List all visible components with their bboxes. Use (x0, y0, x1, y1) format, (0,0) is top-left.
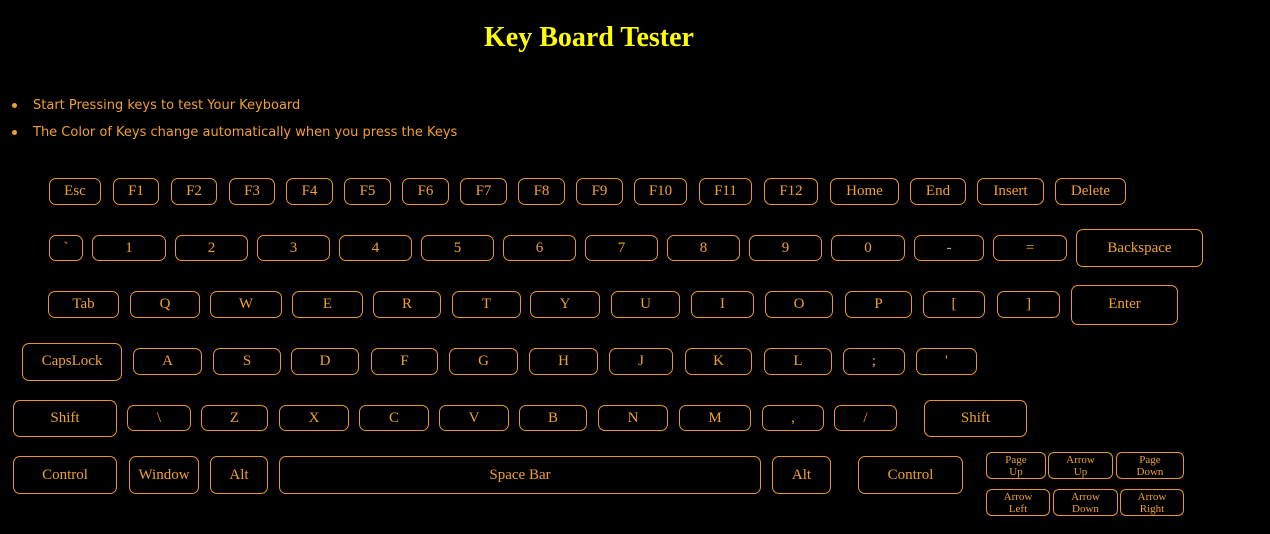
key-space-bar[interactable]: Space Bar (279, 456, 761, 494)
key-equals[interactable]: = (993, 235, 1067, 261)
key-f1[interactable]: F1 (113, 178, 159, 205)
key-home[interactable]: Home (830, 178, 899, 205)
key-insert[interactable]: Insert (977, 178, 1044, 205)
key-u[interactable]: U (611, 291, 680, 318)
key-shift[interactable]: Shift (924, 399, 1027, 437)
key-left-bracket[interactable]: [ (923, 291, 985, 318)
key-m[interactable]: M (679, 405, 751, 431)
key-r[interactable]: R (373, 291, 441, 318)
key-6[interactable]: 6 (503, 235, 576, 261)
key-8[interactable]: 8 (667, 235, 740, 261)
key-control[interactable]: Control (858, 456, 963, 494)
key-p[interactable]: P (845, 291, 912, 318)
key-window[interactable]: Window (129, 456, 199, 494)
key-backspace[interactable]: Backspace (1076, 229, 1203, 267)
key-z[interactable]: Z (201, 405, 268, 431)
key-y[interactable]: Y (530, 291, 600, 318)
key-arrow-down[interactable]: Arrow Down (1053, 489, 1118, 516)
key-x[interactable]: X (279, 405, 349, 431)
key-f4[interactable]: F4 (286, 178, 333, 205)
key-1[interactable]: 1 (92, 235, 166, 261)
key-semicolon[interactable]: ; (843, 348, 905, 375)
key-t[interactable]: T (452, 291, 521, 318)
key-control[interactable]: Control (13, 456, 117, 494)
key-capslock[interactable]: CapsLock (22, 342, 122, 381)
key-f12[interactable]: F12 (764, 178, 818, 205)
key-f11[interactable]: F11 (699, 178, 752, 205)
key-5[interactable]: 5 (421, 235, 494, 261)
key-d[interactable]: D (291, 348, 359, 375)
key-esc[interactable]: Esc (49, 178, 101, 205)
key-enter[interactable]: Enter (1071, 284, 1178, 325)
key-4[interactable]: 4 (339, 235, 412, 261)
key-arrow-left[interactable]: Arrow Left (986, 489, 1050, 516)
key-backslash[interactable]: \ (127, 405, 191, 431)
key-tab[interactable]: Tab (48, 291, 119, 318)
key-f8[interactable]: F8 (518, 178, 565, 205)
key-l[interactable]: L (764, 348, 832, 375)
key-page-up[interactable]: Page Up (986, 452, 1046, 479)
key-h[interactable]: H (529, 348, 598, 375)
key-n[interactable]: N (598, 405, 668, 431)
key-q[interactable]: Q (130, 291, 200, 318)
key-f10[interactable]: F10 (634, 178, 687, 205)
key-delete[interactable]: Delete (1055, 178, 1126, 205)
key-j[interactable]: J (609, 348, 673, 375)
key-f2[interactable]: F2 (171, 178, 217, 205)
key-shift[interactable]: Shift (13, 399, 117, 437)
key-i[interactable]: I (691, 291, 754, 318)
key-0[interactable]: 0 (831, 235, 905, 261)
key-v[interactable]: V (439, 405, 509, 431)
key-minus[interactable]: - (914, 235, 984, 261)
key-2[interactable]: 2 (175, 235, 248, 261)
key-g[interactable]: G (449, 348, 518, 375)
key-f7[interactable]: F7 (460, 178, 507, 205)
key-w[interactable]: W (210, 291, 282, 318)
key-k[interactable]: K (685, 348, 752, 375)
key-f5[interactable]: F5 (344, 178, 391, 205)
key-backtick[interactable]: ` (49, 235, 83, 261)
keyboard: Esc F1 F2 F3 F4 F5 F6 F7 F8 F9 F10 F11 F12 Home End Ins… (0, 0, 1270, 534)
key-end[interactable]: End (910, 178, 966, 205)
key-c[interactable]: C (359, 405, 429, 431)
key-alt[interactable]: Alt (210, 456, 268, 494)
key-arrow-up[interactable]: Arrow Up (1048, 452, 1113, 479)
key-e[interactable]: E (292, 291, 363, 318)
key-slash[interactable]: / (834, 405, 897, 431)
key-a[interactable]: A (133, 348, 202, 375)
key-7[interactable]: 7 (585, 235, 658, 261)
key-b[interactable]: B (519, 405, 587, 431)
key-9[interactable]: 9 (749, 235, 822, 261)
key-f6[interactable]: F6 (402, 178, 449, 205)
key-comma[interactable]: , (762, 405, 824, 431)
key-o[interactable]: O (765, 291, 833, 318)
key-page-down[interactable]: Page Down (1116, 452, 1184, 479)
key-f3[interactable]: F3 (229, 178, 275, 205)
key-s[interactable]: S (213, 348, 281, 375)
key-3[interactable]: 3 (257, 235, 330, 261)
key-quote[interactable]: ' (916, 348, 977, 375)
key-f9[interactable]: F9 (576, 178, 623, 205)
key-f[interactable]: F (371, 348, 438, 375)
key-alt[interactable]: Alt (772, 456, 831, 494)
key-right-bracket[interactable]: ] (997, 291, 1060, 318)
key-arrow-right[interactable]: Arrow Right (1120, 489, 1184, 516)
